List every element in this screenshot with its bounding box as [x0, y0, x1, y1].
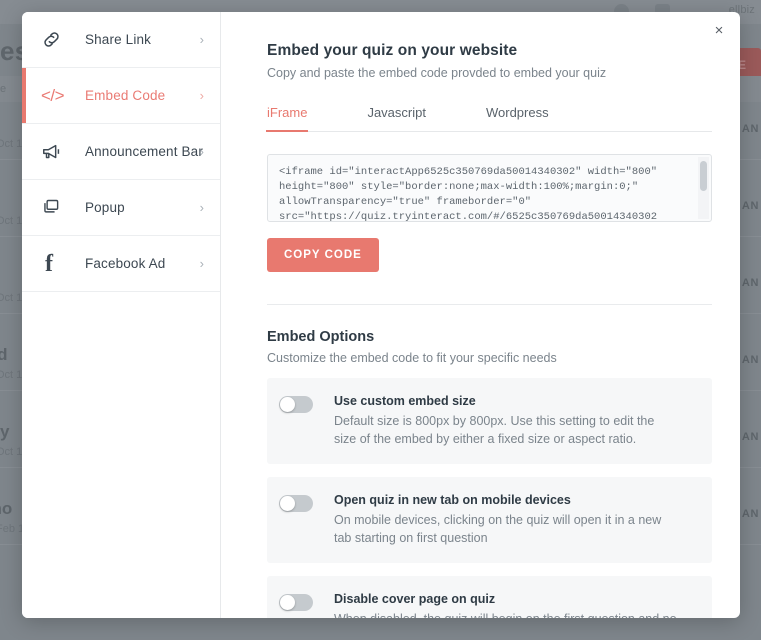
background-row-action: AN [741, 200, 759, 212]
sidebar-item-label: Embed Code [85, 88, 166, 103]
embed-option-name: Disable cover page on quiz [334, 592, 496, 606]
code-scrollbar[interactable] [698, 157, 709, 219]
page-subtitle: Copy and paste the embed code provded to… [267, 66, 607, 80]
embed-options-list: Use custom embed size Default size is 800… [267, 378, 712, 618]
tab-iframe[interactable]: iFrame [265, 105, 309, 132]
background-row-title: w y [0, 422, 10, 441]
background-row-action: AN [741, 508, 759, 520]
chevron-right-icon: › [199, 144, 204, 159]
sidebar-item-popup[interactable]: Popup › [22, 180, 220, 236]
facebook-icon: f [45, 250, 53, 277]
sidebar-item-embed-code[interactable]: </> Embed Code › [22, 68, 220, 124]
background-row-date: Oct 1 [0, 138, 23, 150]
background-row-title: d d [0, 345, 8, 364]
background-row-title: sho [0, 499, 13, 518]
megaphone-icon [41, 141, 67, 163]
embed-type-tabs: iFrame Javascript Wordpress [265, 105, 712, 132]
chevron-right-icon: › [199, 200, 204, 215]
embed-option-row: Disable cover page on quiz When disabled,… [267, 576, 712, 618]
embed-option-text: Open quiz in new tab on mobile devices On… [334, 493, 679, 547]
sidebar-item-label: Popup [85, 200, 125, 215]
chevron-right-icon: › [199, 32, 204, 47]
toggle-knob [280, 595, 295, 610]
embed-option-text: Use custom embed size Default size is 800… [334, 394, 679, 448]
background-row-action: AN [741, 431, 759, 443]
embed-option-row: Use custom embed size Default size is 800… [267, 378, 712, 464]
close-icon[interactable]: × [708, 20, 730, 42]
embed-options-subtitle: Customize the embed code to fit your spe… [267, 351, 557, 365]
toggle-switch[interactable] [279, 396, 313, 413]
link-icon [41, 29, 67, 50]
background-table-header-label: e [0, 83, 7, 95]
background-row-action: AN [741, 354, 759, 366]
modal-content: Embed your quiz on your website Copy and… [221, 12, 740, 618]
section-divider [267, 304, 712, 305]
code-scrollbar-thumb[interactable] [700, 161, 707, 191]
background-row-action: AN [741, 123, 759, 135]
embed-option-description: When disabled, the quiz will begin on th… [334, 610, 679, 618]
modal-sidebar: Share Link › </> Embed Code › Announcement Ba… [22, 12, 221, 618]
embed-code-box[interactable]: <iframe id="interactApp6525c350769da5001… [267, 154, 712, 222]
embed-option-row: Open quiz in new tab on mobile devices On… [267, 477, 712, 563]
chevron-right-icon: › [199, 256, 204, 271]
toggle-switch[interactable] [279, 594, 313, 611]
tab-wordpress[interactable]: Wordpress [486, 105, 549, 131]
background-row-date: Feb 1 [0, 523, 24, 535]
sidebar-item-announcement-bar[interactable]: Announcement Bar › [22, 124, 220, 180]
background-row-date: Oct 1 [0, 215, 23, 227]
embed-code-text: <iframe id="interactApp6525c350769da5001… [279, 166, 658, 222]
toggle-switch[interactable] [279, 495, 313, 512]
toggle-knob [280, 496, 295, 511]
embed-settings-modal: × Share Link › </> Embed Code › Announcement … [22, 12, 740, 618]
embed-options-title: Embed Options [267, 329, 375, 345]
sidebar-item-share-link[interactable]: Share Link › [22, 12, 220, 68]
sidebar-item-label: Share Link [85, 32, 152, 47]
embed-option-name: Use custom embed size [334, 394, 476, 408]
sidebar-item-label: Facebook Ad [85, 256, 166, 271]
copy-code-button[interactable]: COPY CODE [267, 238, 379, 272]
toggle-knob [280, 397, 295, 412]
chevron-right-icon: › [199, 88, 204, 103]
background-row-date: Oct 1 [0, 446, 23, 458]
tab-javascript[interactable]: Javascript [367, 105, 426, 131]
embed-option-description: On mobile devices, clicking on the quiz … [334, 513, 662, 545]
page-title: Embed your quiz on your website [267, 42, 518, 59]
background-row-date: Oct 1 [0, 369, 23, 381]
background-row-action: AN [741, 277, 759, 289]
embed-option-description: Default size is 800px by 800px. Use this… [334, 414, 655, 446]
windows-stack-icon [41, 197, 67, 218]
sidebar-item-facebook-ad[interactable]: f Facebook Ad › [22, 236, 220, 292]
embed-option-text: Disable cover page on quiz When disabled,… [334, 592, 679, 618]
background-row-date: Oct 1 [0, 292, 23, 304]
sidebar-item-label: Announcement Bar [85, 144, 203, 159]
code-brackets-icon: </> [41, 85, 65, 105]
embed-option-name: Open quiz in new tab on mobile devices [334, 493, 571, 507]
